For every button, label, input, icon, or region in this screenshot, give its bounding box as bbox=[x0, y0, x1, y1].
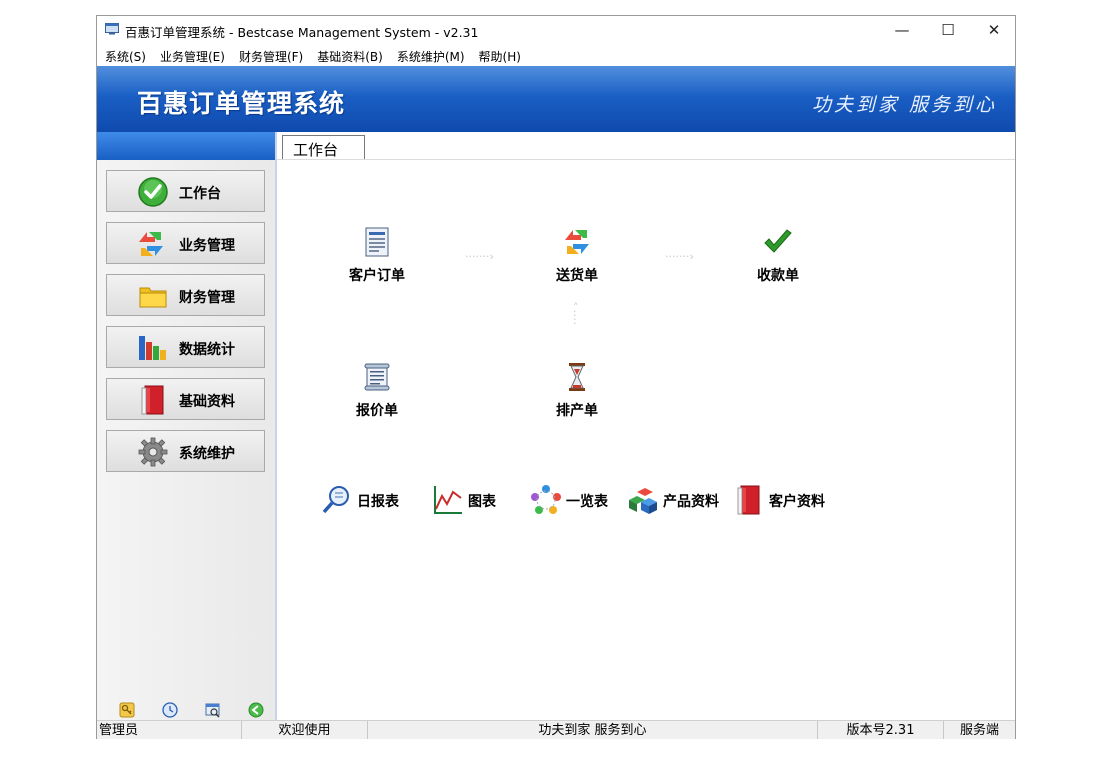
status-user: 管理员 bbox=[97, 721, 242, 739]
status-mode: 服务端 bbox=[959, 723, 999, 738]
flow-arrow-up: ˄ · · · · bbox=[573, 301, 579, 330]
flow-arrow-right: ·······› bbox=[665, 250, 694, 263]
line-chart-icon bbox=[434, 486, 462, 514]
sidebar-item-label: 基础资料 bbox=[179, 394, 235, 410]
tool-label: 产品资料 bbox=[663, 494, 719, 510]
hourglass-icon bbox=[569, 363, 585, 391]
search-window-icon[interactable] bbox=[205, 702, 221, 718]
menu-system[interactable]: 系统(S) bbox=[97, 44, 153, 66]
tab-label: 工作台 bbox=[293, 141, 339, 159]
menu-maintenance[interactable]: 系统维护(M) bbox=[390, 44, 472, 66]
exchange-arrows-icon bbox=[139, 232, 163, 256]
sidebar-item-label: 工作台 bbox=[179, 186, 221, 202]
flow-label: 收款单 bbox=[757, 268, 799, 284]
magnifier-report-icon bbox=[322, 486, 349, 514]
flow-label: 送货单 bbox=[556, 268, 598, 284]
tool-daily-report[interactable]: 日报表 bbox=[321, 482, 407, 518]
menu-business[interactable]: 业务管理(E) bbox=[153, 44, 232, 66]
flow-customer-order[interactable]: 客户订单 bbox=[337, 226, 417, 290]
minimize-button[interactable]: — bbox=[879, 16, 925, 44]
flow-label: 客户订单 bbox=[349, 268, 405, 284]
sidebar-item-label: 财务管理 bbox=[179, 290, 235, 306]
back-arrow-icon[interactable] bbox=[248, 702, 264, 718]
tool-chart[interactable]: 图表 bbox=[432, 482, 504, 518]
tool-label: 一览表 bbox=[566, 494, 608, 510]
folder-icon bbox=[139, 287, 167, 308]
sidebar-item-label: 数据统计 bbox=[179, 342, 235, 358]
sidebar-item-business[interactable]: 业务管理 bbox=[106, 222, 265, 264]
menu-bar: 系统(S) 业务管理(E) 财务管理(F) 基础资料(B) 系统维护(M) 帮助(H) bbox=[97, 44, 1015, 66]
banner-title: 百惠订单管理系统 bbox=[137, 89, 346, 118]
tool-label: 客户资料 bbox=[769, 494, 825, 510]
tool-overview[interactable]: 一览表 bbox=[530, 482, 616, 518]
sidebar-header bbox=[97, 132, 275, 160]
status-version: 版本号2.31 bbox=[818, 721, 944, 739]
flow-quotation[interactable]: 报价单 bbox=[337, 361, 417, 425]
flow-arrow-right: ·······› bbox=[465, 250, 494, 263]
sidebar-item-finance[interactable]: 财务管理 bbox=[106, 274, 265, 316]
status-bar: 管理员 欢迎使用 功夫到家 服务到心 版本号2.31 服务端 bbox=[97, 720, 1015, 739]
exchange-arrows-icon bbox=[565, 230, 589, 254]
app-icon bbox=[105, 23, 119, 35]
check-mark-icon bbox=[764, 229, 792, 253]
check-circle-icon bbox=[138, 177, 168, 207]
order-form-icon bbox=[365, 227, 389, 257]
tool-label: 图表 bbox=[468, 494, 496, 510]
maximize-button[interactable]: ☐ bbox=[925, 16, 971, 44]
header-banner: 百惠订单管理系统 功夫到家 服务到心 bbox=[97, 66, 1015, 132]
flow-delivery-note[interactable]: 送货单 bbox=[537, 226, 617, 290]
tool-product-data[interactable]: 产品资料 bbox=[627, 482, 727, 518]
status-welcome: 欢迎使用 bbox=[242, 721, 368, 739]
flow-label: 报价单 bbox=[356, 403, 398, 419]
sidebar-item-maintenance[interactable]: 系统维护 bbox=[106, 430, 265, 472]
tool-customer-data[interactable]: 客户资料 bbox=[733, 482, 833, 518]
flow-label: 排产单 bbox=[556, 403, 598, 419]
close-button[interactable]: ✕ bbox=[971, 16, 1017, 44]
cubes-icon bbox=[629, 488, 657, 514]
key-icon[interactable] bbox=[119, 702, 135, 718]
status-slogan: 功夫到家 服务到心 bbox=[368, 721, 818, 739]
gear-icon bbox=[138, 437, 168, 467]
app-window: 百惠订单管理系统 - Bestcase Management System - … bbox=[96, 15, 1016, 739]
cycle-icon bbox=[531, 485, 561, 514]
sidebar-item-workbench[interactable]: 工作台 bbox=[106, 170, 265, 212]
clock-icon[interactable] bbox=[162, 702, 178, 718]
title-bar: 百惠订单管理系统 - Bestcase Management System - … bbox=[97, 16, 1015, 44]
sidebar: 工作台 业务管理 财务管理 数据统计 基础资料 系统维护 bbox=[97, 132, 277, 720]
sidebar-item-statistics[interactable]: 数据统计 bbox=[106, 326, 265, 368]
scroll-icon bbox=[364, 363, 390, 391]
sidebar-item-label: 业务管理 bbox=[179, 238, 235, 254]
tab-workbench[interactable]: 工作台 bbox=[282, 135, 365, 159]
menu-basic-data[interactable]: 基础资料(B) bbox=[310, 44, 390, 66]
red-book-icon bbox=[141, 385, 164, 415]
tab-divider bbox=[277, 159, 1015, 160]
bar-chart-icon bbox=[139, 336, 166, 360]
sidebar-item-label: 系统维护 bbox=[179, 446, 235, 462]
flow-production[interactable]: 排产单 bbox=[537, 361, 617, 425]
tool-label: 日报表 bbox=[357, 494, 399, 510]
menu-finance[interactable]: 财务管理(F) bbox=[232, 44, 310, 66]
menu-help[interactable]: 帮助(H) bbox=[472, 44, 528, 66]
window-title: 百惠订单管理系统 - Bestcase Management System - … bbox=[125, 25, 479, 40]
sidebar-item-basic-data[interactable]: 基础资料 bbox=[106, 378, 265, 420]
red-book-icon bbox=[737, 485, 760, 515]
flow-receipt[interactable]: 收款单 bbox=[738, 226, 818, 290]
banner-slogan: 功夫到家 服务到心 bbox=[811, 94, 997, 116]
